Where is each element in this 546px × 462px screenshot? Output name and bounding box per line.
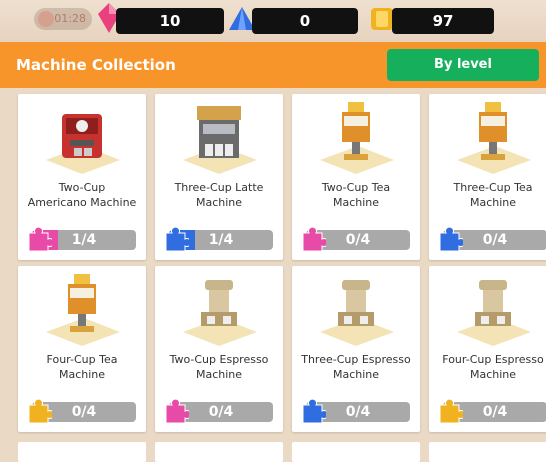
collection-header: Machine Collection By level xyxy=(0,42,546,88)
machine-name-line1: Two-Cup Tea xyxy=(321,181,391,194)
machine-name-line1: Four-Cup Tea xyxy=(46,353,118,366)
machine-grid: Two-Cup Americano Machine 1/4 Three-Cup Lat… xyxy=(0,88,546,462)
machine-card[interactable]: Three-Cup Latte Machine 1/4 xyxy=(155,94,283,260)
machine-name: Two-Cup Americano Machine xyxy=(22,180,142,210)
latte-machine-icon xyxy=(183,106,257,174)
machine-card[interactable]: Two-Cup Tea Machine 0/4 xyxy=(292,94,420,260)
machine-name: Four-Cup Tea Machine xyxy=(22,352,142,382)
machine-card-partial[interactable] xyxy=(429,442,546,462)
page-title: Machine Collection xyxy=(16,56,176,74)
machine-name: Four-Cup Espresso Machine xyxy=(433,352,546,382)
timer-value: 01:28 xyxy=(54,12,86,25)
machine-card[interactable]: Four-Cup Espresso Machine 0/4 xyxy=(429,266,546,432)
machine-name-line1: Three-Cup Latte xyxy=(174,181,264,194)
puzzle-piece-icon xyxy=(28,398,52,424)
machine-name-line1: Two-Cup Espresso xyxy=(169,353,269,366)
machine-name-line2: Machine xyxy=(469,368,517,381)
machine-name-line1: Four-Cup Espresso xyxy=(442,353,544,366)
machine-card[interactable]: Three-Cup Tea Machine 0/4 xyxy=(429,94,546,260)
puzzle-piece-icon xyxy=(439,226,463,252)
currency-bar: 01:28 10 0 97 xyxy=(0,0,546,42)
machine-card-partial[interactable] xyxy=(155,442,283,462)
machine-name-line2: Machine xyxy=(332,368,380,381)
tea-machine-icon xyxy=(457,102,531,174)
puzzle-piece-icon xyxy=(302,226,326,252)
espresso-machine-icon xyxy=(320,280,394,346)
gems-count: 10 xyxy=(116,8,224,34)
machine-name-line2: Americano Machine xyxy=(27,196,137,209)
machine-name-line2: Machine xyxy=(195,196,243,209)
puzzle-piece-icon xyxy=(302,398,326,424)
machine-name-line2: Machine xyxy=(469,196,517,209)
sort-by-level-button[interactable]: By level xyxy=(387,49,539,81)
clock-icon xyxy=(38,11,54,27)
machine-name-line2: Machine xyxy=(195,368,243,381)
machine-name: Two-Cup Tea Machine xyxy=(296,180,416,210)
puzzle-piece-icon xyxy=(28,226,52,252)
timer: 01:28 xyxy=(34,8,92,30)
machine-card[interactable]: Two-Cup Americano Machine 1/4 xyxy=(18,94,146,260)
machine-name: Three-Cup Latte Machine xyxy=(159,180,279,210)
machine-name: Two-Cup Espresso Machine xyxy=(159,352,279,382)
puzzle-piece-icon xyxy=(165,398,189,424)
machine-card[interactable]: Three-Cup Espresso Machine 0/4 xyxy=(292,266,420,432)
machine-card[interactable]: Two-Cup Espresso Machine 0/4 xyxy=(155,266,283,432)
coins-count: 97 xyxy=(392,8,494,34)
puzzle-piece-icon xyxy=(439,398,463,424)
machine-name: Three-Cup Tea Machine xyxy=(433,180,546,210)
machine-name-line2: Machine xyxy=(58,368,106,381)
espresso-machine-icon xyxy=(183,280,257,346)
tea-machine-icon xyxy=(46,274,120,346)
puzzle-piece-icon xyxy=(165,226,189,252)
machine-card[interactable]: Four-Cup Tea Machine 0/4 xyxy=(18,266,146,432)
tea-machine-icon xyxy=(320,102,394,174)
americano-machine-icon xyxy=(46,114,120,174)
machine-name-line2: Machine xyxy=(332,196,380,209)
machine-card-partial[interactable] xyxy=(292,442,420,462)
machine-name: Three-Cup Espresso Machine xyxy=(296,352,416,382)
crystals-count: 0 xyxy=(252,8,358,34)
machine-card-partial[interactable] xyxy=(18,442,146,462)
machine-name-line1: Two-Cup xyxy=(58,181,106,194)
machine-name-line1: Three-Cup Tea xyxy=(453,181,533,194)
espresso-machine-icon xyxy=(457,280,531,346)
machine-name-line1: Three-Cup Espresso xyxy=(301,353,411,366)
